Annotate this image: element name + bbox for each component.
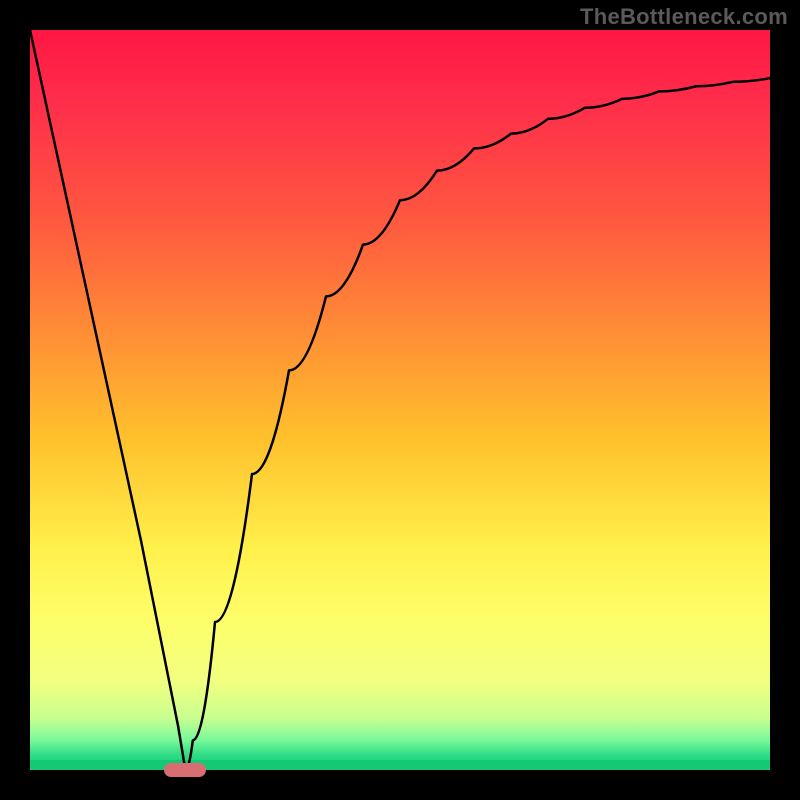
bottleneck-curve (30, 30, 770, 770)
plot-area (30, 30, 770, 770)
curve-layer (30, 30, 770, 770)
min-marker (164, 763, 206, 777)
watermark-text: TheBottleneck.com (580, 4, 788, 30)
chart-canvas: TheBottleneck.com (0, 0, 800, 800)
